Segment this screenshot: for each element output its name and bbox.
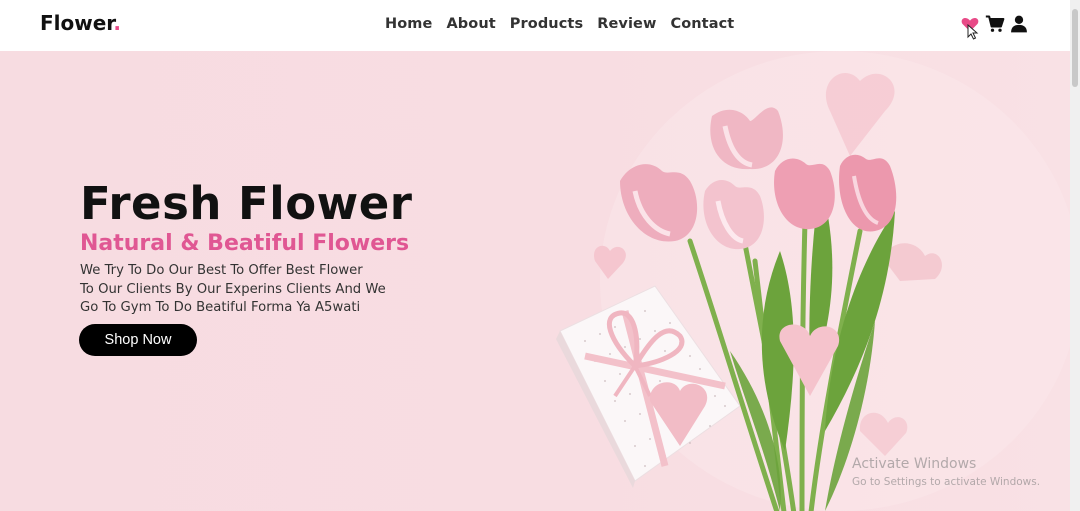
mouse-cursor-icon <box>967 24 979 40</box>
scrollbar-thumb[interactable] <box>1072 9 1078 87</box>
nav-contact[interactable]: Contact <box>670 16 734 32</box>
cart-icon[interactable] <box>985 14 1005 34</box>
user-icon[interactable] <box>1009 14 1029 34</box>
logo-text: Flower <box>40 11 114 35</box>
hero-subtitle: Natural & Beatiful Flowers <box>80 231 410 256</box>
windows-activation-watermark: Activate Windows Go to Settings to activ… <box>852 456 1040 488</box>
hero-description-line: We Try To Do Our Best To Offer Best Flow… <box>80 263 363 278</box>
watermark-subtitle: Go to Settings to activate Windows. <box>852 476 1041 488</box>
watermark-title: Activate Windows <box>852 456 977 472</box>
hero-flower-image <box>556 51 1070 511</box>
hero-title: Fresh Flower <box>80 177 413 230</box>
nav-home[interactable]: Home <box>385 16 432 32</box>
logo[interactable]: Flower. <box>40 11 121 35</box>
nav-about[interactable]: About <box>446 16 495 32</box>
nav-products[interactable]: Products <box>510 16 583 32</box>
hero-description-line: To Our Clients By Our Experins Clients A… <box>80 281 386 297</box>
page-scrollbar[interactable] <box>1070 0 1080 511</box>
main-nav: Home About Products Review Contact <box>385 16 734 32</box>
hero-description: We Try To Do Our Best To Offer Best Flow… <box>80 262 425 318</box>
nav-review[interactable]: Review <box>597 16 656 32</box>
hero-description-line: Go To Gym To Do Beatiful Forma Ya A5wati <box>80 300 361 315</box>
logo-dot: . <box>113 11 121 35</box>
site-header: Flower. Home About Products Review Conta… <box>0 0 1070 51</box>
shop-now-button[interactable]: Shop Now <box>79 324 197 356</box>
